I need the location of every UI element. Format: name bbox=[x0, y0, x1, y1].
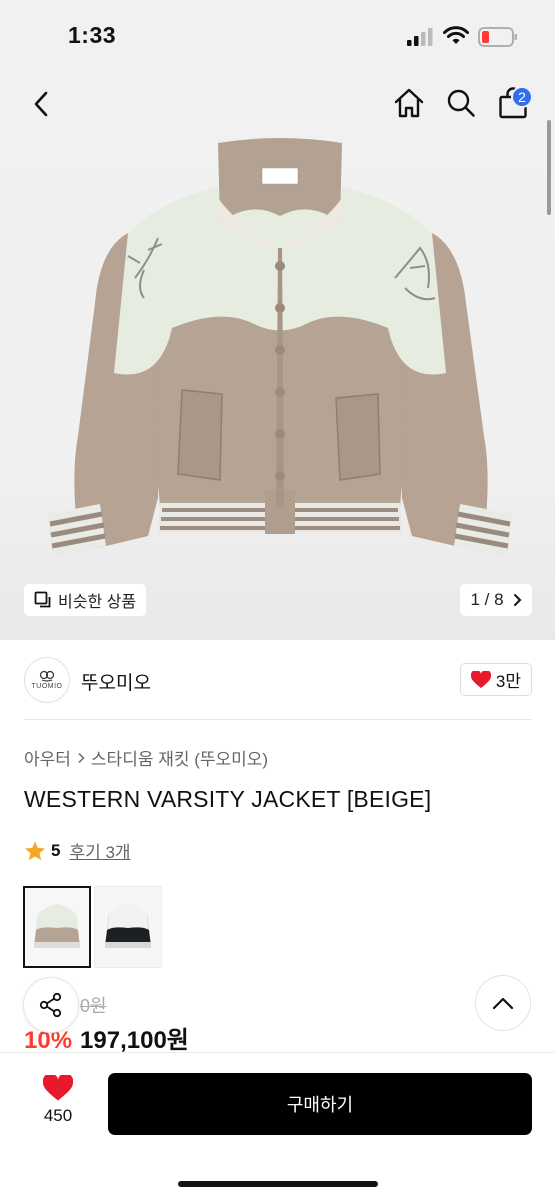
review-link[interactable]: 후기 3개 bbox=[69, 838, 130, 863]
rating-score: 5 bbox=[51, 840, 61, 860]
home-indicator bbox=[178, 1181, 378, 1187]
scroll-indicator bbox=[547, 120, 551, 215]
product-title: WESTERN VARSITY JACKET [BEIGE] bbox=[24, 786, 432, 812]
image-counter-text: 1 / 8 bbox=[470, 590, 504, 609]
breadcrumb-category[interactable]: 아우터 bbox=[24, 745, 71, 770]
chevron-up-icon bbox=[492, 997, 514, 1010]
brand-like-button[interactable]: 3만 bbox=[459, 663, 532, 696]
similar-products-label: 비슷한 상품 bbox=[58, 594, 137, 611]
home-button[interactable] bbox=[392, 86, 426, 120]
thumbnail-beige[interactable] bbox=[23, 886, 91, 968]
sale-price: 197,100원 bbox=[80, 1027, 189, 1054]
status-bar: 1:33 bbox=[0, 0, 555, 70]
thumbnail-black[interactable] bbox=[94, 886, 162, 968]
similar-products-button[interactable]: 비슷한 상품 bbox=[24, 584, 147, 616]
brand-logo-icon bbox=[39, 670, 55, 682]
search-button[interactable] bbox=[444, 86, 478, 120]
original-price: 0원 bbox=[80, 996, 107, 1016]
wifi-icon bbox=[443, 26, 469, 44]
brand-row[interactable]: TUOMIO 뚜오미오 3만 bbox=[24, 655, 532, 705]
home-icon bbox=[394, 88, 424, 118]
search-icon bbox=[447, 89, 475, 117]
heart-icon bbox=[43, 1075, 73, 1101]
status-time: 1:33 bbox=[68, 22, 117, 48]
rating-row[interactable]: 5 후기 3개 bbox=[24, 838, 131, 863]
image-counter[interactable]: 1 / 8 bbox=[460, 584, 532, 616]
brand-like-count: 3만 bbox=[495, 672, 521, 691]
copy-icon bbox=[34, 591, 51, 608]
wishlist-button[interactable]: 450 bbox=[28, 1075, 88, 1135]
cart-count-badge: 2 bbox=[511, 86, 533, 108]
signal-icon bbox=[407, 28, 433, 46]
battery-icon bbox=[478, 27, 517, 47]
wishlist-count: 450 bbox=[43, 1106, 73, 1125]
scroll-to-top-button[interactable] bbox=[475, 975, 531, 1031]
brand-logo-text: TUOMIO bbox=[31, 683, 63, 690]
brand-name[interactable]: 뚜오미오 bbox=[81, 668, 151, 695]
back-button[interactable] bbox=[26, 88, 56, 120]
chevron-right-icon bbox=[78, 752, 85, 763]
divider bbox=[24, 719, 532, 720]
back-icon bbox=[34, 91, 48, 117]
chevron-right-icon bbox=[513, 594, 521, 606]
share-icon bbox=[39, 992, 62, 1018]
breadcrumb-subcategory[interactable]: 스타디움 재킷 (뚜오미오) bbox=[91, 745, 268, 770]
brand-logo[interactable]: TUOMIO bbox=[24, 657, 70, 703]
bottom-action-bar: 450 구매하기 bbox=[0, 1052, 555, 1200]
jacket-thumbnail-image bbox=[105, 904, 151, 948]
jacket-thumbnail-image bbox=[34, 904, 80, 948]
heart-icon bbox=[470, 670, 491, 688]
product-gallery[interactable]: 비슷한 상품 1 / 8 bbox=[0, 70, 555, 640]
buy-button[interactable]: 구매하기 bbox=[108, 1073, 532, 1135]
share-button[interactable] bbox=[23, 977, 79, 1033]
color-options bbox=[23, 886, 162, 968]
star-icon bbox=[25, 840, 45, 860]
product-image[interactable] bbox=[40, 138, 520, 558]
breadcrumb[interactable]: 아우터 스타디움 재킷 (뚜오미오) bbox=[24, 745, 268, 770]
